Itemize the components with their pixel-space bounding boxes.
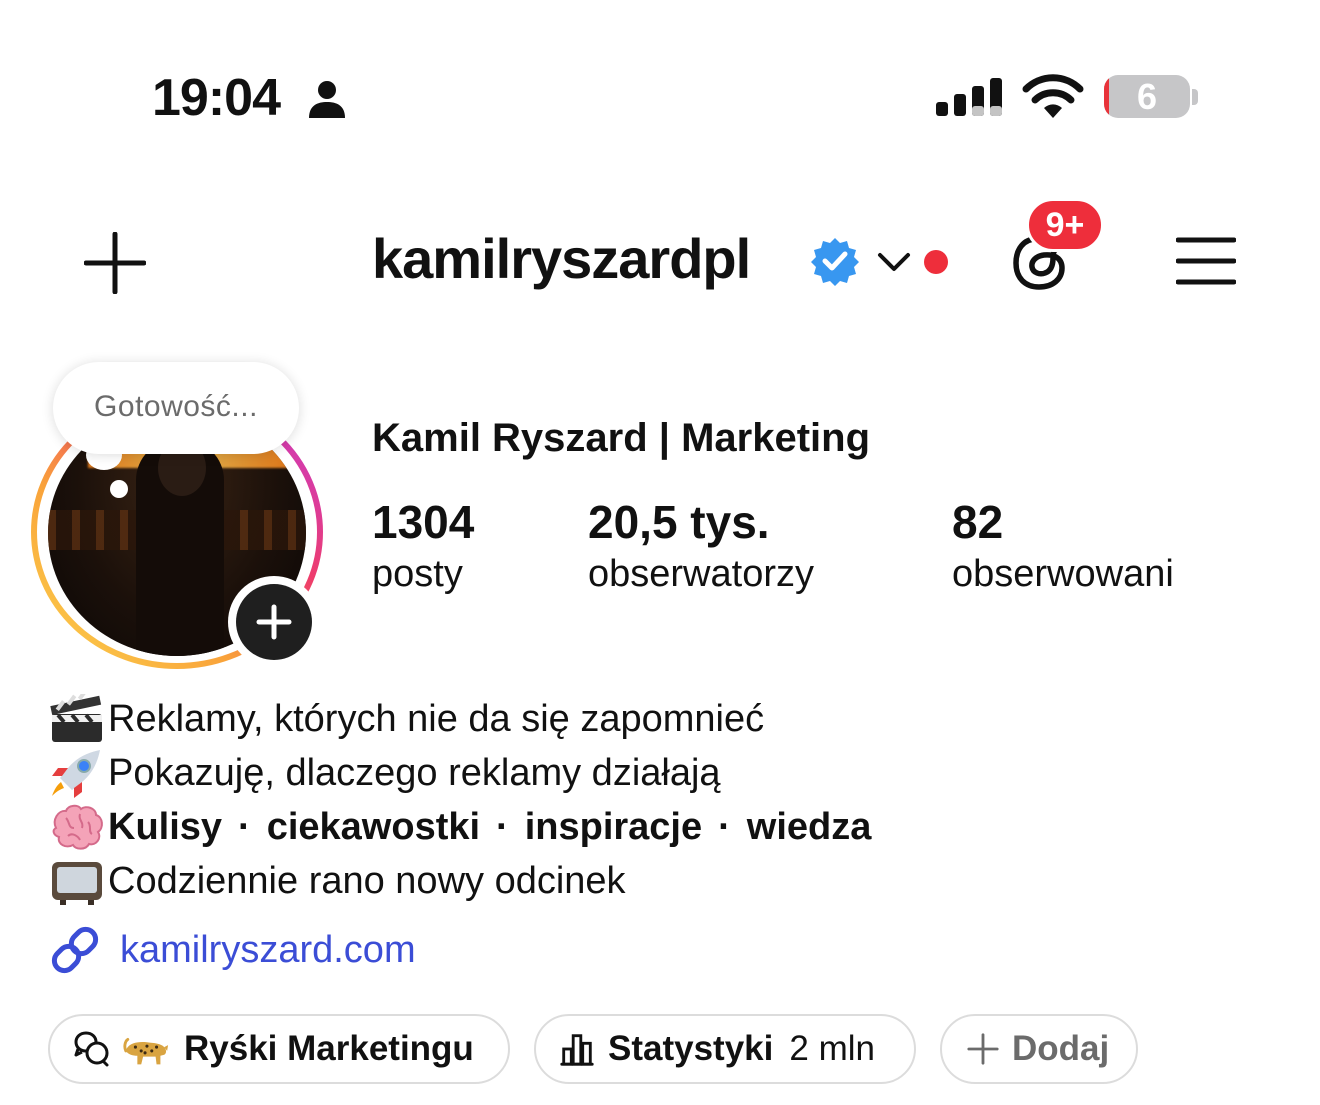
channel-chip[interactable]: Ryśki Marketingu (48, 1014, 510, 1084)
bio-topic-inspiration: inspiracje (524, 805, 703, 848)
bar-chart-icon (560, 1034, 594, 1066)
notification-count-badge: 9+ (1026, 198, 1104, 252)
status-time: 19:04 (152, 69, 281, 127)
person-icon (309, 81, 345, 118)
channel-chip-label: Ryśki Marketingu (184, 1029, 474, 1068)
bio-link[interactable]: kamilryszard.com (48, 922, 416, 978)
bio-topic: ciekawostki (267, 806, 480, 849)
cellular-signal-icon (936, 78, 1002, 116)
brain-icon (52, 804, 103, 850)
insights-chip-label: Statystyki (608, 1029, 774, 1068)
bio-text-ads: Reklamy, których nie da się zapomnieć (108, 697, 765, 740)
add-story-button[interactable] (228, 576, 320, 668)
bio-line: Reklamy, których nie da się zapomnieć (48, 692, 1048, 746)
stat-posts-label: posty (372, 553, 463, 595)
bio-separator: · (238, 805, 251, 848)
stat-followers-label: obserwatorzy (588, 553, 814, 595)
link-icon (51, 926, 99, 974)
add-chip-label: Dodaj (1012, 1029, 1110, 1068)
bio-line: Codziennie rano nowy odcinek (48, 854, 1048, 908)
bio-separator: · (718, 805, 731, 848)
account-notification-dot (924, 250, 948, 274)
bio-topic-knowledge: wiedza (746, 805, 872, 848)
stat-followers-value: 20,5 tys. (588, 496, 770, 548)
note-bubble[interactable]: Gotowość... (53, 362, 299, 454)
stat-following[interactable]: 82 obserwowani (952, 494, 1174, 598)
bio-topic: inspiracje (525, 806, 702, 849)
battery-tip (1192, 89, 1198, 105)
clapperboard-icon (50, 694, 102, 742)
insights-chip-value: 2 mln (789, 1029, 875, 1068)
stat-posts[interactable]: 1304 posty (372, 494, 474, 598)
verified-badge-icon (811, 238, 859, 286)
stat-following-value: 82 (952, 496, 1004, 548)
note-text: Gotowość... (94, 390, 258, 423)
create-plus-icon[interactable] (84, 232, 146, 294)
bio-topic: Kulisy (108, 806, 222, 849)
bio-topic-trivia: ciekawostki (266, 805, 481, 848)
bio-topic-backstage: Kulisy (108, 805, 223, 848)
stat-followers[interactable]: 20,5 tys. obserwatorzy (588, 494, 814, 598)
profile-username[interactable]: kamilryszardpl (372, 226, 751, 291)
profile-bio: Reklamy, których nie da się zapomnieć Po… (48, 692, 1048, 908)
battery-indicator: 6 (1104, 75, 1190, 118)
television-icon (52, 862, 102, 905)
broadcast-channel-icon (74, 1031, 109, 1067)
bio-separator: · (496, 805, 509, 848)
bio-text-daily: Codziennie rano nowy odcinek (108, 859, 626, 902)
bio-link-text[interactable]: kamilryszard.com (120, 929, 416, 972)
rocket-icon (52, 750, 100, 798)
chevron-down-icon[interactable] (876, 250, 912, 274)
add-chip[interactable]: Dodaj (940, 1014, 1138, 1084)
hamburger-menu-icon[interactable] (1176, 236, 1236, 286)
profile-full-name: Kamil Ryszard | Marketing (372, 416, 871, 460)
bio-text-showing: Pokazuję, dlaczego reklamy działają (108, 751, 721, 794)
bio-topic: wiedza (747, 806, 872, 849)
note-bubble-tail-small (110, 480, 128, 498)
plus-icon (256, 604, 292, 640)
stat-posts-value: 1304 (372, 496, 475, 548)
insights-chip[interactable]: Statystyki 2 mln (534, 1014, 916, 1084)
add-story-circle (236, 584, 312, 660)
leopard-icon (123, 1037, 169, 1065)
plus-icon (967, 1033, 999, 1065)
bio-line: Pokazuję, dlaczego reklamy działają (48, 746, 1048, 800)
wifi-icon (1022, 74, 1084, 118)
stat-following-label: obserwowani (952, 553, 1174, 595)
bio-line: Kulisy · ciekawostki · inspiracje · wied… (48, 800, 1048, 854)
battery-percent: 6 (1136, 76, 1158, 117)
